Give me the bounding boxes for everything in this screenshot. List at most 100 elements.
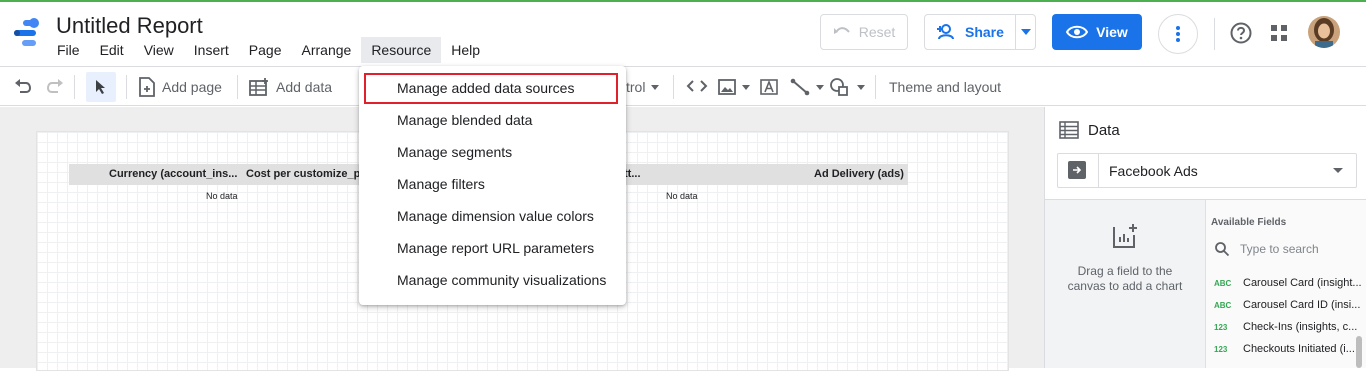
toolbar-divider (875, 75, 876, 99)
field-list-item[interactable]: ABC Carousel Card (insight... (1214, 275, 1362, 291)
shapes-icon (830, 78, 848, 96)
insert-line-button[interactable] (790, 67, 824, 107)
add-chart-icon (1113, 224, 1137, 248)
data-source-divider (1098, 154, 1099, 187)
share-button[interactable]: Share (924, 14, 1036, 50)
table-empty-message: No data (206, 191, 238, 201)
add-control-button[interactable]: trol (626, 67, 660, 107)
reset-button[interactable]: Reset (820, 14, 908, 50)
table-column-header[interactable]: tt... (624, 168, 641, 180)
menu-help[interactable]: Help (441, 37, 490, 63)
menu-item-manage-url-parameters[interactable]: Manage report URL parameters (397, 240, 594, 256)
field-list-item[interactable]: 123 Check-Ins (insights, c... (1214, 319, 1357, 335)
toolbar-divider (74, 75, 75, 99)
menu-bar: File Edit View Insert Page Arrange Resou… (47, 37, 490, 63)
table-empty-message: No data (666, 191, 698, 201)
menu-insert[interactable]: Insert (184, 37, 239, 63)
user-avatar[interactable] (1308, 16, 1340, 48)
caret-down-icon (742, 84, 750, 90)
code-embed-icon[interactable] (686, 79, 708, 93)
field-list-item[interactable]: 123 Checkouts Initiated (i... (1214, 341, 1355, 357)
view-button[interactable]: View (1052, 14, 1142, 50)
line-icon (790, 78, 810, 96)
caret-down-icon (857, 84, 865, 90)
text-box-icon[interactable] (759, 78, 779, 96)
add-person-icon (937, 24, 954, 40)
menu-item-manage-dimension-colors[interactable]: Manage dimension value colors (397, 208, 594, 224)
share-options-dropdown[interactable] (1015, 15, 1035, 49)
add-page-label: Add page (162, 79, 222, 95)
toolbar-divider (126, 75, 127, 99)
toolbar-divider (673, 75, 674, 99)
field-search-input[interactable] (1240, 240, 1350, 258)
help-button[interactable] (1228, 20, 1254, 46)
number-type-icon: 123 (1214, 344, 1228, 354)
field-name: Checkouts Initiated (i... (1243, 343, 1355, 355)
drag-field-hint: Drag a field to the canvas to add a char… (1067, 264, 1183, 293)
add-data-label: Add data (276, 79, 333, 95)
editor-toolbar: Add page Add data trol Theme and layout (0, 66, 1366, 106)
menu-resource[interactable]: Resource (361, 37, 442, 63)
add-page-icon (139, 77, 155, 97)
available-fields-title: Available Fields (1211, 217, 1287, 228)
text-type-icon: ABC (1214, 300, 1232, 310)
menu-view[interactable]: View (134, 37, 184, 63)
redo-icon[interactable] (46, 78, 64, 94)
apps-grid-icon[interactable] (1268, 22, 1290, 44)
header-divider (1214, 18, 1215, 50)
highlight-box (364, 73, 618, 104)
reset-label: Reset (858, 24, 896, 40)
data-source-name[interactable]: Facebook Ads (1109, 163, 1198, 179)
data-source-select[interactable] (1057, 153, 1357, 188)
fields-scrollbar[interactable] (1356, 336, 1362, 368)
add-page-button[interactable]: Add page (138, 67, 222, 107)
caret-down-icon (816, 84, 824, 90)
add-data-icon (249, 78, 268, 96)
field-name: Carousel Card (insight... (1243, 277, 1362, 289)
data-table-icon (1059, 121, 1079, 139)
add-data-button[interactable]: Add data (248, 67, 332, 107)
report-title[interactable]: Untitled Report (56, 13, 203, 39)
field-list-item[interactable]: ABC Carousel Card ID (insi... (1214, 297, 1360, 313)
menu-item-manage-blended-data[interactable]: Manage blended data (397, 112, 532, 128)
image-icon (718, 79, 736, 95)
menu-item-manage-community-viz[interactable]: Manage community visualizations (397, 272, 606, 288)
menu-page[interactable]: Page (239, 37, 292, 63)
data-studio-logo-icon[interactable] (12, 16, 42, 50)
more-options-button[interactable] (1158, 14, 1198, 54)
menu-edit[interactable]: Edit (90, 37, 134, 63)
toolbar-divider (237, 75, 238, 99)
help-icon (1230, 22, 1252, 44)
menu-file[interactable]: File (47, 37, 90, 63)
arrow-right-icon (1073, 166, 1082, 174)
number-type-icon: 123 (1214, 322, 1228, 332)
table-column-header[interactable]: Ad Delivery (ads) (814, 168, 904, 180)
menu-item-manage-filters[interactable]: Manage filters (397, 176, 485, 192)
caret-down-icon[interactable] (1333, 168, 1343, 173)
menu-arrange[interactable]: Arrange (292, 37, 362, 63)
more-vert-icon (1176, 26, 1180, 42)
menu-item-manage-segments[interactable]: Manage segments (397, 144, 512, 160)
theme-and-layout-label: Theme and layout (889, 79, 1002, 95)
table-column-header[interactable]: Currency (account_ins... (109, 168, 237, 180)
caret-down-icon (1020, 29, 1031, 35)
field-name: Check-Ins (insights, c... (1243, 321, 1358, 333)
share-label: Share (965, 24, 1004, 40)
table-column-header[interactable]: Cost per customize_pr... (246, 168, 373, 180)
select-tool-button[interactable] (86, 72, 116, 102)
field-name: Carousel Card ID (insi... (1243, 299, 1361, 311)
cursor-arrow-icon (96, 80, 105, 94)
theme-and-layout-button[interactable]: Theme and layout (889, 67, 1001, 107)
insert-shape-button[interactable] (829, 67, 865, 107)
eye-icon (1066, 25, 1089, 39)
search-icon (1215, 242, 1230, 257)
text-type-icon: ABC (1214, 278, 1232, 288)
caret-down-icon (651, 84, 660, 90)
add-control-label: trol (626, 79, 646, 95)
data-panel-title: Data (1088, 122, 1120, 139)
data-source-icon (1068, 161, 1086, 179)
view-label: View (1096, 24, 1128, 40)
insert-image-button[interactable] (718, 67, 750, 107)
reset-icon (833, 27, 850, 34)
undo-icon[interactable] (14, 78, 32, 94)
